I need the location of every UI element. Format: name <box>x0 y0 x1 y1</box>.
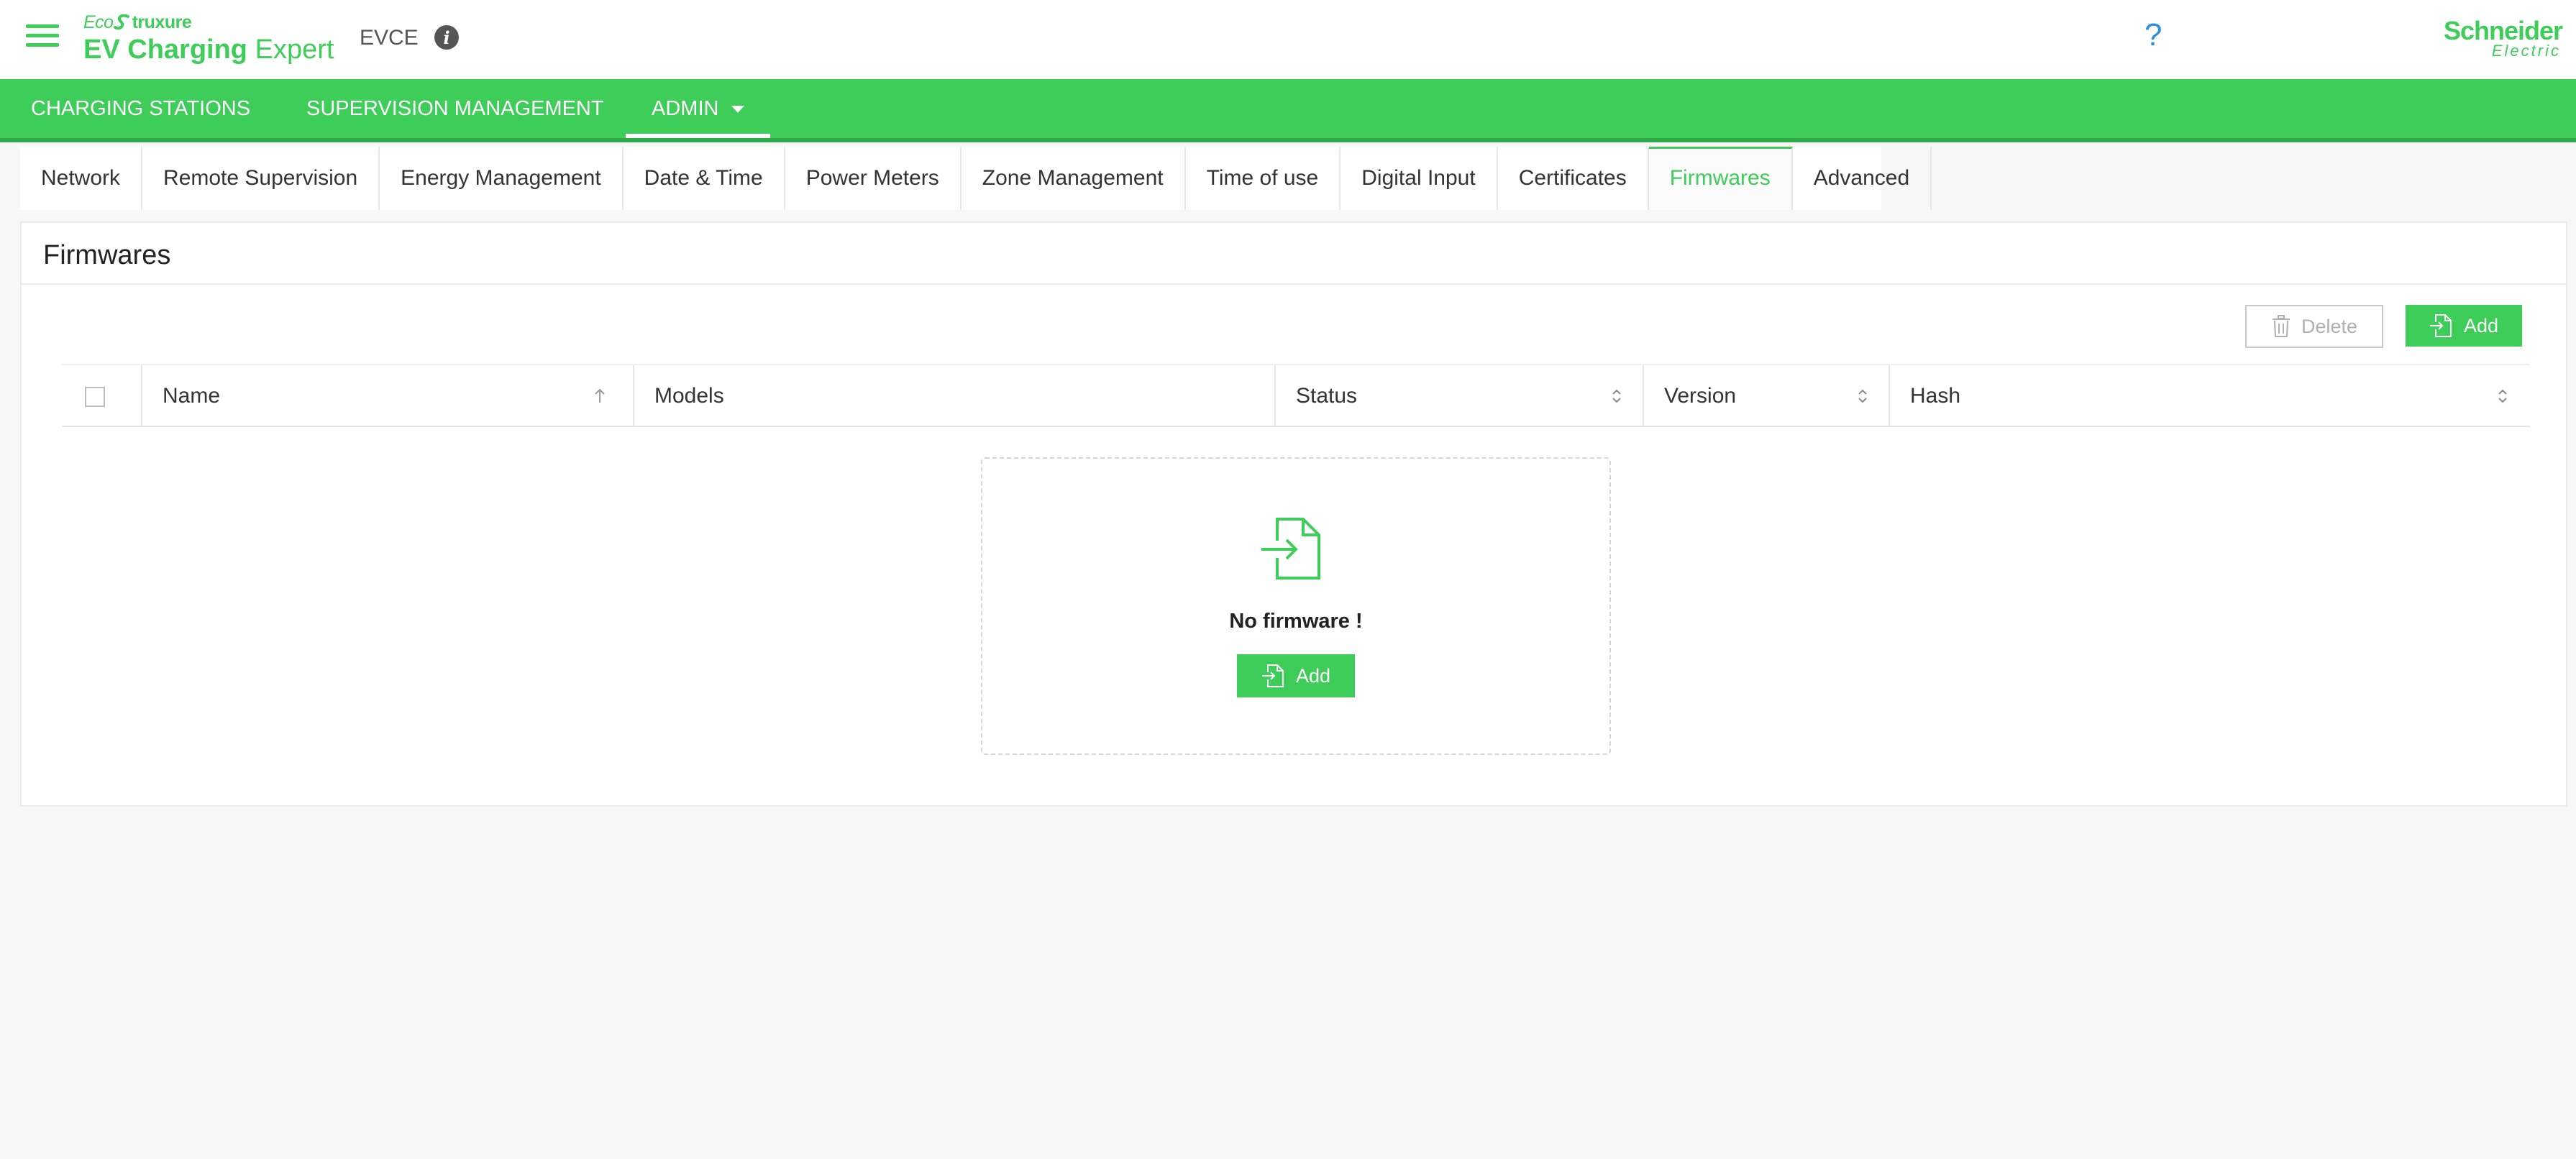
tab-date-time[interactable]: Date & Time <box>624 147 785 210</box>
nav-admin-label: ADMIN <box>652 97 719 120</box>
column-name-label: Name <box>163 384 221 408</box>
sort-ascending-icon <box>595 388 605 403</box>
trash-icon <box>2272 315 2290 337</box>
hamburger-menu-icon[interactable] <box>26 22 59 50</box>
tab-digital-input[interactable]: Digital Input <box>1340 147 1498 210</box>
app-header: Eco truxure EV Charging Expert EVCE i ? S… <box>0 0 2576 79</box>
file-import-icon <box>2429 314 2452 337</box>
tab-network[interactable]: Network <box>20 147 143 210</box>
caret-down-icon <box>731 106 745 114</box>
column-status-label: Status <box>1296 384 1358 408</box>
main-nav: CHARGING STATIONS SUPERVISION MANAGEMENT… <box>0 79 2576 142</box>
nav-supervision-management[interactable]: SUPERVISION MANAGEMENT <box>306 79 604 138</box>
tab-time-of-use[interactable]: Time of use <box>1186 147 1341 210</box>
empty-message: No firmware ! <box>1229 610 1363 633</box>
column-version-label: Version <box>1664 384 1737 408</box>
struxure-s-icon <box>113 14 129 30</box>
empty-state: No firmware ! <box>981 457 1611 755</box>
sort-icon <box>1858 389 1867 403</box>
column-header-version[interactable]: Version <box>1643 365 1888 427</box>
add-label: Add <box>2463 314 2499 336</box>
firmwares-panel: Firmwares Delete Add Name Models Status … <box>20 221 2567 807</box>
tab-remote-supervision[interactable]: Remote Supervision <box>142 147 380 210</box>
tab-power-meters[interactable]: Power Meters <box>785 147 962 210</box>
add-firmware-button[interactable]: Add <box>2406 305 2522 347</box>
tab-firmwares[interactable]: Firmwares <box>1648 147 1793 210</box>
site-name: EVCE <box>360 26 419 50</box>
sort-icon <box>2498 389 2507 403</box>
brand-ecostruxure: Eco truxure <box>83 12 192 32</box>
tab-certificates[interactable]: Certificates <box>1498 147 1649 210</box>
info-icon[interactable]: i <box>434 25 459 50</box>
app-title: EV Charging Expert <box>83 35 334 65</box>
nav-admin[interactable]: ADMIN <box>626 79 771 138</box>
column-header-hash[interactable]: Hash <box>1888 365 2530 427</box>
table-header: Name Models Status Version Hash <box>62 364 2530 427</box>
delete-label: Delete <box>2301 315 2358 337</box>
column-models-label: Models <box>654 384 724 408</box>
column-hash-label: Hash <box>1910 384 1961 408</box>
nav-charging-stations[interactable]: CHARGING STATIONS <box>31 79 250 138</box>
tab-energy-management[interactable]: Energy Management <box>380 147 624 210</box>
schneider-logo: Schneider Electric <box>2443 16 2563 60</box>
select-all-checkbox[interactable] <box>85 387 105 407</box>
sort-icon <box>1612 389 1621 403</box>
column-header-status[interactable]: Status <box>1274 365 1643 427</box>
delete-button[interactable]: Delete <box>2245 305 2383 348</box>
add-firmware-empty-button[interactable]: Add <box>1237 654 1355 697</box>
tab-zone-management[interactable]: Zone Management <box>962 147 1186 210</box>
tab-advanced[interactable]: Advanced <box>1793 147 1932 210</box>
add-label: Add <box>1295 664 1331 687</box>
file-import-icon <box>1261 664 1284 687</box>
panel-divider <box>22 283 2566 285</box>
admin-tabs: Network Remote Supervision Energy Manage… <box>20 147 1932 210</box>
file-import-icon <box>1261 518 1320 580</box>
column-header-models: Models <box>633 365 1274 427</box>
page-title: Firmwares <box>43 240 171 270</box>
help-icon[interactable]: ? <box>2145 17 2162 53</box>
column-header-name[interactable]: Name <box>141 365 633 427</box>
